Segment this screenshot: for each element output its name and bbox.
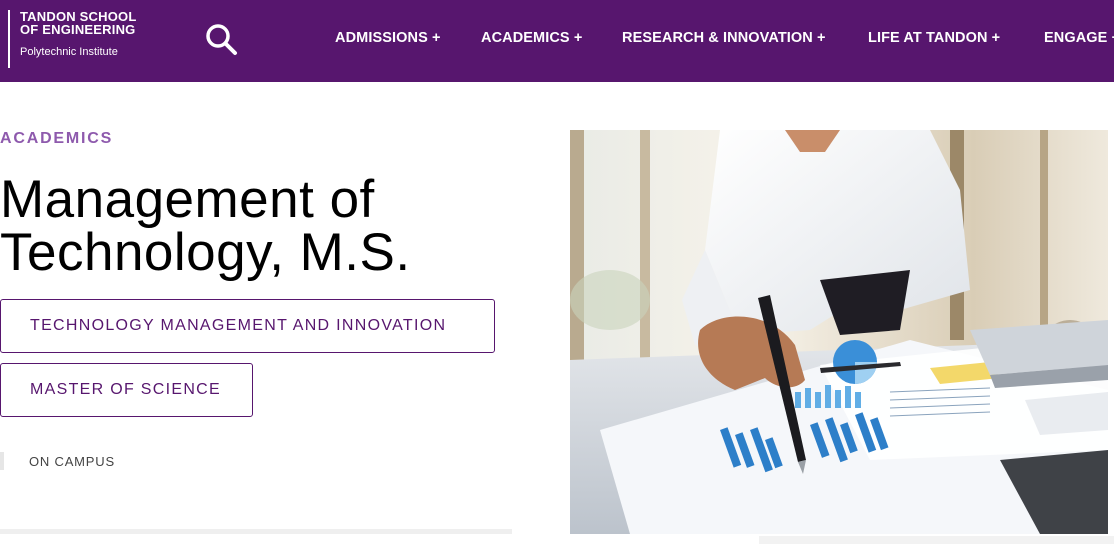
page-title-line-1: Management of xyxy=(0,170,375,229)
top-navigation-bar: TANDON SCHOOL OF ENGINEERING Polytechnic… xyxy=(0,0,1114,82)
tag-technology-management[interactable]: TECHNOLOGY MANAGEMENT AND INNOVATION xyxy=(0,299,495,353)
section-eyebrow: ACADEMICS xyxy=(0,130,114,147)
main-nav: ADMISSIONS + ACADEMICS + RESEARCH & INNO… xyxy=(0,0,1114,82)
location-marker xyxy=(0,452,4,470)
tag-master-of-science[interactable]: MASTER OF SCIENCE xyxy=(0,363,253,417)
hero-image xyxy=(570,130,1108,534)
bottom-strip xyxy=(759,536,1114,544)
section-divider xyxy=(0,529,512,534)
nav-item-admissions[interactable]: ADMISSIONS + xyxy=(335,30,441,46)
nav-item-life-at-tandon[interactable]: LIFE AT TANDON + xyxy=(868,30,1000,46)
page-title: Management of Technology, M.S. xyxy=(0,173,411,279)
nav-item-engage[interactable]: ENGAGE + xyxy=(1044,30,1114,46)
nav-item-academics[interactable]: ACADEMICS + xyxy=(481,30,582,46)
nav-item-research-innovation[interactable]: RESEARCH & INNOVATION + xyxy=(622,30,826,46)
page-title-line-2: Technology, M.S. xyxy=(0,223,411,282)
location-label: ON CAMPUS xyxy=(29,454,115,469)
